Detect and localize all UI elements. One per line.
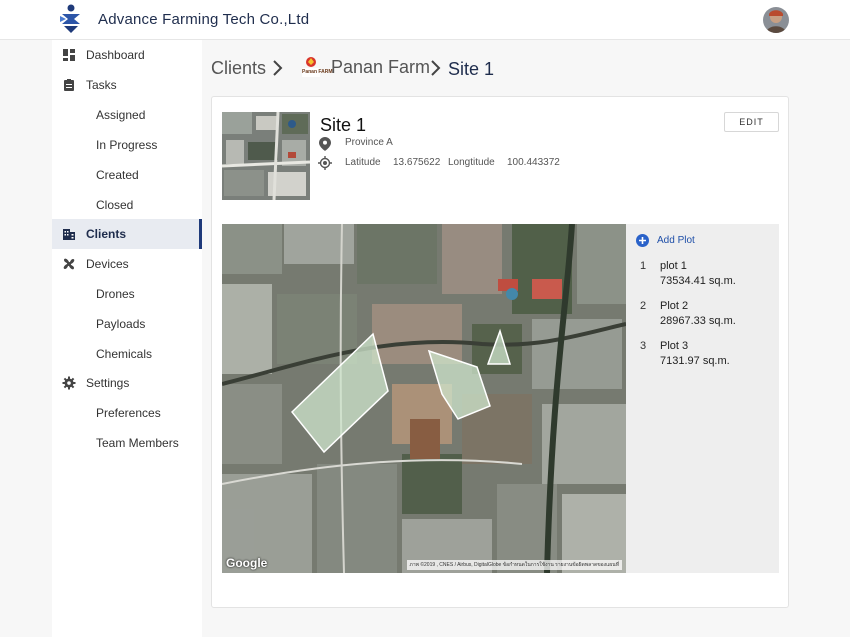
sidebar-item-drones[interactable]: Drones xyxy=(52,279,202,309)
sidebar-item-label: Preferences xyxy=(96,406,161,420)
plot-area: 28967.33 sq.m. xyxy=(660,315,736,327)
longitude-label: Longtitude xyxy=(448,157,495,168)
sidebar-item-preferences[interactable]: Preferences xyxy=(52,398,202,428)
sidebar-item-settings[interactable]: Settings xyxy=(52,368,202,398)
latitude-value: 13.675622 xyxy=(393,157,441,168)
sidebar-item-label: Tasks xyxy=(86,78,117,92)
sidebar-item-label: Devices xyxy=(86,257,129,271)
site-thumbnail xyxy=(222,112,310,200)
sidebar-item-label: Closed xyxy=(96,198,134,212)
satellite-thumbnail-icon xyxy=(222,112,310,200)
breadcrumb-farm-link[interactable]: Panan Farm xyxy=(331,57,430,78)
plot-list-item[interactable]: 2 Plot 2 28967.33 sq.m. xyxy=(626,300,779,336)
chevron-right-icon xyxy=(431,60,441,76)
plot-number: 2 xyxy=(640,300,647,312)
plot-number: 1 xyxy=(640,260,647,272)
plot-list-item[interactable]: 3 Plot 3 7131.97 sq.m. xyxy=(626,340,779,376)
sidebar-item-devices[interactable]: Devices xyxy=(52,249,202,279)
sidebar: Dashboard Tasks Assigned In Progress Cre… xyxy=(52,40,202,637)
site-province: Province A xyxy=(345,137,393,148)
plot-list-panel: Add Plot 1 plot 1 73534.41 sq.m. 2 Plot … xyxy=(626,224,779,573)
sidebar-item-in-progress[interactable]: In Progress xyxy=(52,130,202,160)
sidebar-item-created[interactable]: Created xyxy=(52,160,202,190)
plot-area: 7131.97 sq.m. xyxy=(660,355,730,367)
clipboard-icon xyxy=(64,79,74,91)
plot-list-item[interactable]: 1 plot 1 73534.41 sq.m. xyxy=(626,260,779,296)
company-logo-icon xyxy=(60,4,80,33)
left-gutter xyxy=(0,40,52,637)
site-map[interactable]: Google ภาพ ©2019 , CNES / Airbus, Digita… xyxy=(222,224,626,573)
chevron-right-icon xyxy=(273,60,283,76)
add-plot-label: Add Plot xyxy=(657,235,695,246)
sidebar-item-team-members[interactable]: Team Members xyxy=(52,428,202,458)
breadcrumb-current-site: Site 1 xyxy=(448,59,495,79)
gps-target-icon xyxy=(318,156,332,170)
plot-name: plot 1 xyxy=(660,260,687,272)
add-circle-icon xyxy=(636,234,649,247)
map-attribution[interactable]: ภาพ ©2019 , CNES / Airbus, DigitalGlobe … xyxy=(406,560,622,570)
sidebar-item-clients[interactable]: Clients xyxy=(52,219,202,249)
sidebar-item-assigned[interactable]: Assigned xyxy=(52,100,202,130)
sidebar-item-label: Created xyxy=(96,168,139,182)
sidebar-item-label: Chemicals xyxy=(96,347,153,361)
app-title: Advance Farming Tech Co.,Ltd xyxy=(98,11,310,28)
drone-icon xyxy=(63,258,75,270)
sidebar-item-chemicals[interactable]: Chemicals xyxy=(52,339,202,369)
site-card: Site 1 Province A Latitude 13.675622 Lon… xyxy=(211,96,789,608)
sidebar-item-label: Assigned xyxy=(96,108,146,122)
site-title: Site 1 xyxy=(320,115,367,135)
latitude-label: Latitude xyxy=(345,157,381,168)
gear-icon xyxy=(62,376,76,390)
plot-name: Plot 2 xyxy=(660,300,689,312)
location-pin-icon xyxy=(319,137,331,151)
sidebar-item-label: Settings xyxy=(86,376,130,390)
sidebar-item-label: Payloads xyxy=(96,317,146,331)
avatar-image-icon xyxy=(763,7,789,33)
sidebar-item-closed[interactable]: Closed xyxy=(52,190,202,220)
sidebar-item-label: In Progress xyxy=(96,138,158,152)
plot-name: Plot 3 xyxy=(660,340,689,352)
sidebar-item-label: Team Members xyxy=(96,436,179,450)
main-content: Clients Panan FARM Panan Farm Site 1 Sit… xyxy=(202,40,850,637)
satellite-map-icon xyxy=(222,224,626,573)
farm-logo-text: Panan FARM xyxy=(302,69,333,75)
plot-area: 73534.41 sq.m. xyxy=(660,275,736,287)
edit-site-button[interactable]: EDIT xyxy=(724,112,779,132)
breadcrumb-clients-link[interactable]: Clients xyxy=(211,58,266,79)
building-icon xyxy=(63,229,75,240)
sidebar-item-tasks[interactable]: Tasks xyxy=(52,70,202,100)
sidebar-item-label: Dashboard xyxy=(86,48,145,62)
longitude-value: 100.443372 xyxy=(507,157,560,168)
user-avatar[interactable] xyxy=(763,7,789,33)
sidebar-item-dashboard[interactable]: Dashboard xyxy=(52,40,202,70)
sidebar-item-label: Clients xyxy=(86,227,127,241)
sidebar-item-payloads[interactable]: Payloads xyxy=(52,309,202,339)
plot-number: 3 xyxy=(640,340,647,352)
top-bar: Advance Farming Tech Co.,Ltd xyxy=(0,0,850,40)
sidebar-item-label: Drones xyxy=(96,287,135,301)
dashboard-icon xyxy=(63,49,75,61)
map-google-logo: Google xyxy=(226,556,268,570)
